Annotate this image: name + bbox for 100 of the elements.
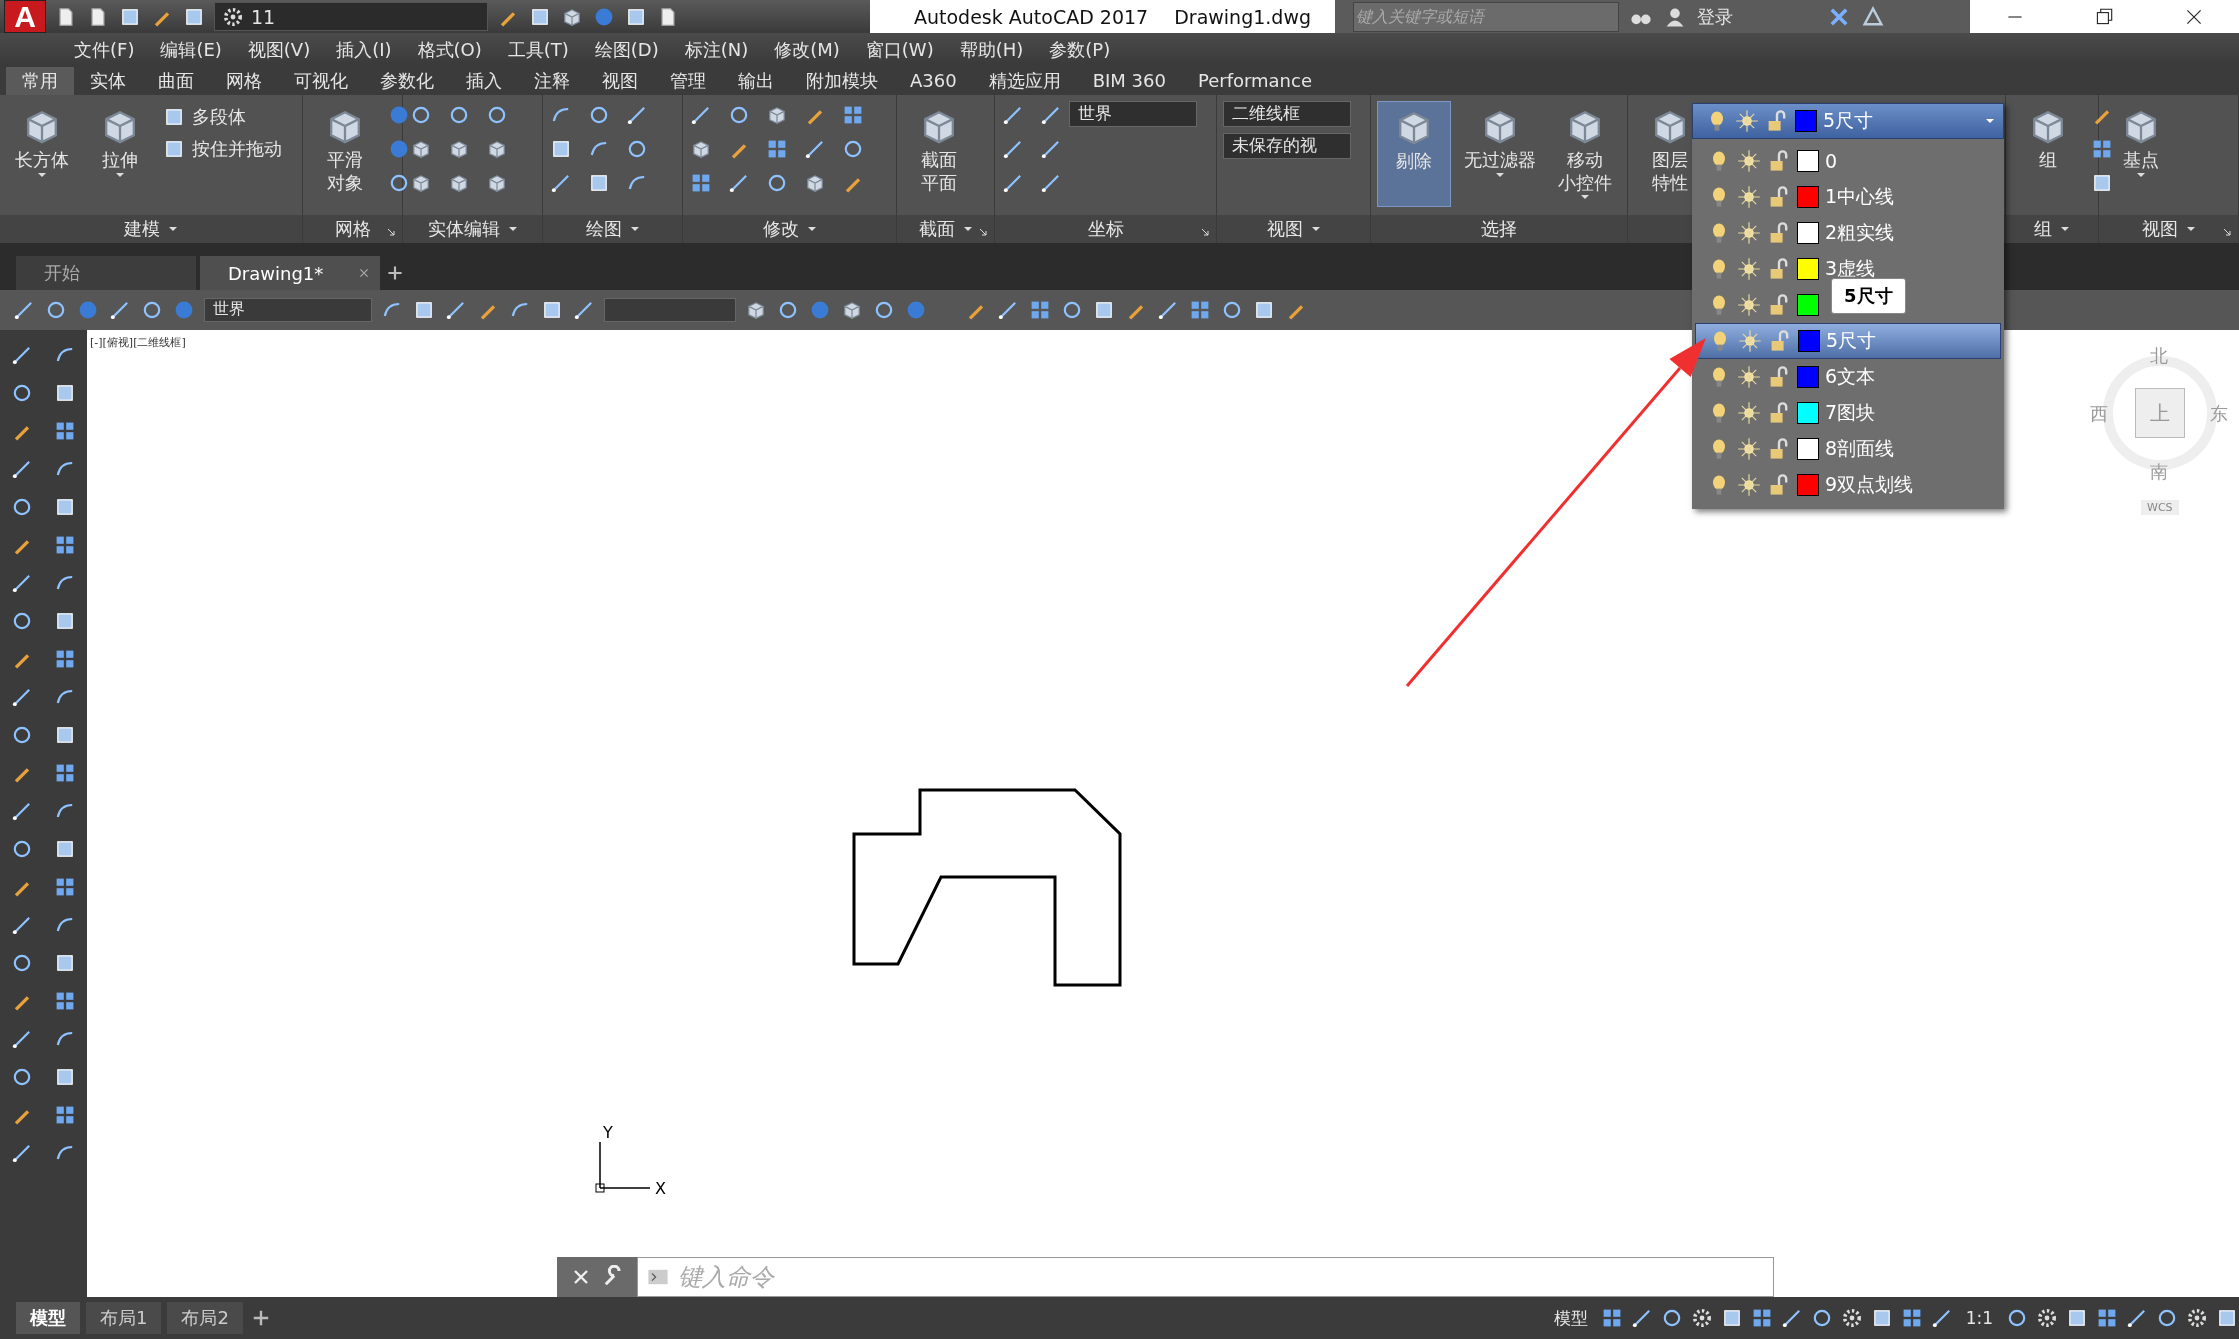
viewport-label[interactable]: [-][俯视][二维线框] — [90, 335, 186, 350]
sun-icon — [1737, 149, 1761, 173]
panel-title: 实体编辑 — [427, 217, 500, 241]
layer-item[interactable]: 6文本 — [1695, 359, 1882, 395]
layer-name-tooltip: 5尺寸 — [1831, 278, 1906, 314]
sun-icon — [1737, 401, 1761, 425]
ribbon-tab[interactable]: 输出 — [722, 66, 790, 95]
menu-item[interactable]: 文件(F) — [62, 37, 147, 62]
layout-tab[interactable]: 布局2 — [167, 1302, 243, 1334]
sign-in-link[interactable]: 登录 — [1697, 4, 1817, 29]
layer-item[interactable]: 8剖面线 — [1695, 431, 1901, 467]
launcher-icon[interactable] — [2222, 227, 2232, 237]
caret-icon — [37, 171, 47, 178]
layer-item[interactable]: 2粗实线 — [1695, 215, 1901, 251]
layer-item[interactable]: 0 — [1695, 143, 1844, 179]
annotation-scale-button[interactable]: 1:1 — [1959, 1308, 1999, 1328]
ribbon-button[interactable]: 拉伸 — [84, 101, 156, 180]
document-name: Drawing1.dwg — [1174, 5, 1311, 28]
panel-title: 建模 — [124, 217, 160, 241]
ribbon-tab[interactable]: 可视化 — [278, 66, 364, 95]
caret-icon — [1495, 171, 1505, 178]
layer-item[interactable]: 9双点划线 — [1695, 467, 1920, 503]
command-input[interactable]: 键入命令 — [676, 1262, 1773, 1292]
axis-label: Y — [603, 1123, 613, 1142]
search-field[interactable]: 键入关键字或短语 — [1353, 1, 1619, 32]
ribbon-button[interactable]: 无过滤器 — [1457, 101, 1543, 180]
ribbon-tab[interactable]: 视图 — [586, 66, 654, 95]
ribbon-tab[interactable]: 附加模块 — [790, 66, 894, 95]
menu-item[interactable]: 插入(I) — [324, 37, 404, 62]
menu-item[interactable]: 窗口(W) — [853, 37, 946, 62]
ucs-dropdown[interactable]: 世界 — [204, 298, 372, 322]
ribbon-button[interactable]: 按住并拖动 — [162, 137, 282, 161]
ribbon-button[interactable]: 移动 小控件 — [1549, 101, 1621, 202]
caret-icon[interactable] — [629, 226, 640, 232]
caret-icon[interactable] — [168, 226, 178, 232]
panel-title: 网格 — [334, 217, 371, 241]
menu-item[interactable]: 视图(V) — [235, 37, 323, 62]
ribbon-tab[interactable]: 管理 — [654, 66, 722, 95]
ribbon-button[interactable]: 长方体 — [6, 101, 78, 180]
ribbon-tab[interactable]: BIM 360 — [1076, 68, 1182, 93]
menu-item[interactable]: 标注(N) — [672, 37, 761, 62]
sun-icon — [1735, 109, 1759, 133]
ribbon-tab[interactable]: A360 — [894, 68, 973, 93]
ribbon-tab[interactable]: Performance — [1181, 68, 1328, 93]
panel-title: 截面 — [918, 217, 955, 241]
gear-icon[interactable] — [2185, 1306, 2209, 1330]
panel-title: 视图 — [2141, 217, 2178, 241]
dropdown[interactable]: 未保存的视 — [1223, 133, 1351, 159]
ribbon-tab[interactable]: 常用 — [6, 66, 74, 95]
menu-item[interactable]: 修改(M) — [762, 37, 852, 62]
caret-icon[interactable] — [1310, 226, 1321, 232]
layer-item[interactable]: 1中心线 — [1695, 179, 1901, 215]
caret-icon[interactable] — [2185, 226, 2196, 232]
dropdown[interactable]: 二维线框 — [1223, 101, 1351, 127]
ribbon-button[interactable]: 组 — [2012, 101, 2084, 174]
gear-icon[interactable] — [2035, 1306, 2059, 1330]
sun-icon — [1737, 185, 1761, 209]
launcher-icon[interactable] — [1200, 227, 1210, 237]
ribbon-button[interactable]: 基点 — [2105, 101, 2177, 180]
menu-item[interactable]: 参数(P) — [1037, 37, 1123, 62]
panel-title: 绘图 — [585, 217, 622, 241]
menu-item[interactable]: 帮助(H) — [947, 37, 1036, 62]
launcher-icon[interactable] — [978, 227, 988, 237]
sun-icon — [1737, 221, 1761, 245]
model-space-button[interactable]: 模型 — [1547, 1306, 1594, 1330]
sun-icon — [1737, 365, 1761, 389]
ribbon-button[interactable]: 截面 平面 — [903, 101, 975, 196]
file-tab[interactable]: 开始 — [16, 256, 196, 290]
caret-icon[interactable] — [507, 226, 518, 232]
menu-item[interactable]: 绘图(D) — [582, 37, 671, 62]
caret-icon[interactable] — [962, 226, 973, 232]
caret-icon[interactable] — [806, 226, 817, 232]
caret-icon[interactable] — [2060, 226, 2070, 232]
ribbon-button[interactable]: 剔除 — [1377, 101, 1451, 207]
sun-icon — [1738, 329, 1762, 353]
dropdown[interactable]: 世界 — [1069, 101, 1197, 127]
menu-item[interactable]: 编辑(E) — [148, 37, 234, 62]
layout-tab[interactable]: 布局1 — [86, 1302, 162, 1334]
menu-item[interactable]: 格式(O) — [405, 37, 494, 62]
ribbon-tab[interactable]: 插入 — [450, 66, 518, 95]
ribbon-button[interactable]: 平滑 对象 — [309, 101, 381, 196]
layer-item[interactable]: 7图块 — [1695, 395, 1882, 431]
ribbon-tab[interactable]: 参数化 — [364, 66, 450, 95]
ribbon-tab[interactable]: 曲面 — [142, 66, 210, 95]
launcher-icon[interactable] — [386, 227, 396, 237]
ribbon-tab[interactable]: 精选应用 — [972, 66, 1077, 95]
panel-title: 组 — [2034, 217, 2052, 241]
menu-item[interactable]: 工具(T) — [495, 37, 581, 62]
ribbon-tab[interactable]: 网格 — [210, 66, 278, 95]
command-field[interactable]: 键入命令 — [637, 1257, 1774, 1297]
ribbon-button[interactable]: 多段体 — [162, 105, 282, 129]
ribbon-tab[interactable]: 实体 — [74, 66, 142, 95]
ribbon-tab[interactable]: 注释 — [518, 66, 586, 95]
caret-icon — [115, 171, 125, 178]
workspace-dropdown[interactable]: 11 — [214, 2, 488, 31]
app-logo[interactable]: A — [4, 0, 46, 33]
axis-label: X — [655, 1179, 666, 1198]
layer-dropdown[interactable]: 5尺寸 — [1692, 103, 2004, 139]
file-tab[interactable]: Drawing1* — [200, 256, 380, 290]
layout-tab[interactable]: 模型 — [16, 1302, 80, 1334]
